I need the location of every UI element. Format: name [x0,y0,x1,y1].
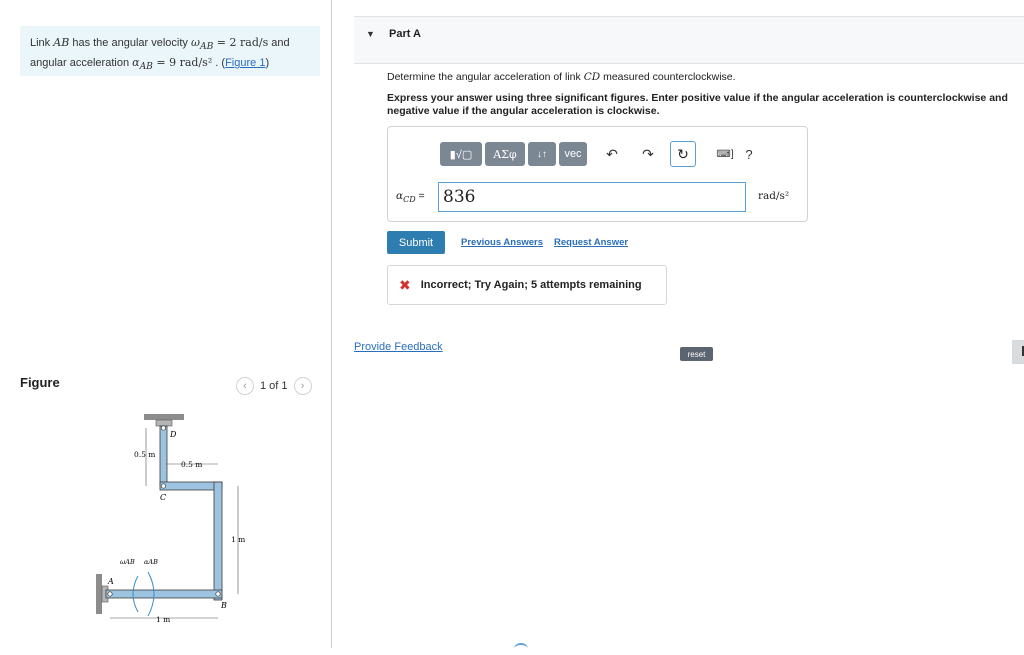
side-tab[interactable] [1012,340,1024,364]
omega-symbol: ω [190,36,200,49]
pin-c [160,483,167,489]
feedback-text: Incorrect; Try Again; 5 attempts remaini… [420,279,642,291]
vector-button[interactable]: vec [559,142,587,166]
chevron-left-icon[interactable]: ‹ [236,377,254,395]
part-a-title: Part A [389,28,421,40]
question-post: measured counterclockwise. [600,71,736,83]
alpha-subscript: AB [139,61,153,73]
submit-button[interactable]: Submit [387,231,445,254]
label-d: D [169,430,177,439]
problem-text: . ( [212,57,226,70]
caret-down-icon[interactable]: ▼ [366,29,375,39]
link-cd [159,425,168,487]
pin-a [107,591,113,597]
ceiling-bracket [155,419,173,427]
label-a: A [107,577,114,586]
figure-link[interactable]: Figure 1 [225,57,265,69]
chevron-right-icon[interactable]: › [293,377,312,395]
problem-text: ) [265,57,270,70]
problem-panel: Link AB has the angular velocity ωAB = 2… [0,0,332,648]
variable-subscript: CD [403,195,416,205]
help-icon[interactable]: ? [742,142,756,166]
dim-label-1m-bottom: 1 m [156,615,170,624]
question-pre: Determine the angular acceleration of li… [387,71,584,83]
problem-text: has the angular velocity [69,37,191,49]
error-x-icon: ✖ [399,276,411,293]
answer-input[interactable]: 836 [438,182,746,212]
provide-feedback-link[interactable]: Provide Feedback [354,341,443,353]
answer-editor: ▮√▢ ΑΣφ ↓↑ vec ↶ ↷ ↻ ⌨] ? αCD = 836 rad/… [387,126,808,222]
feedback-message: ✖ Incorrect; Try Again; 5 attempts remai… [387,265,667,305]
question-link-name: CD [583,71,601,83]
request-answer-link[interactable]: Request Answer [554,237,628,248]
dim-label-05-top: 0.5 m [181,460,202,469]
question-text: Determine the angular acceleration of li… [387,71,736,83]
part-a-header[interactable]: ▼ Part A [354,16,1024,64]
link-ab [105,589,223,599]
alpha-ab-label: αAB [144,558,158,566]
pin-b [215,591,221,597]
previous-answers-link[interactable]: Previous Answers [461,237,543,248]
instructions-text: Express your answer using three signific… [387,92,1008,117]
problem-statement: Link AB has the angular velocity ωAB = 2… [20,26,320,76]
pin-d [160,425,167,431]
math-toolbar: ▮√▢ ΑΣφ ↓↑ vec ↶ ↷ ↻ ⌨] ? [440,141,756,167]
link-name: AB [53,36,70,49]
link-cb-top [159,481,223,491]
link-cb-side [213,481,223,601]
figure-pager: ‹ 1 of 1 › [236,377,312,395]
dim-label-05-left: 0.5 m [134,450,155,459]
arrows-button[interactable]: ↓↑ [528,142,556,166]
reset-icon[interactable]: ↻ [670,141,696,167]
label-c: C [160,493,166,502]
alpha-symbol: α [132,56,140,70]
problem-text: Link [30,37,54,49]
column-divider [331,0,332,648]
dim-label-1m-right: 1 m [231,535,245,544]
ceiling-support [144,414,184,420]
label-b: B [220,601,227,610]
omega-ab-label: ωAB [120,558,135,566]
wall-support [96,574,102,614]
keyboard-icon[interactable]: ⌨] [710,142,740,166]
undo-icon[interactable]: ↶ [600,142,624,166]
pager-text: 1 of 1 [260,380,288,392]
loading-arc [514,643,528,655]
templates-button[interactable]: ▮√▢ [440,142,482,166]
variable-label: αCD = [396,190,425,204]
redo-icon[interactable]: ↷ [636,142,660,166]
omega-value: = 2 rad/s [213,36,269,49]
variable-equals: = [415,190,425,202]
answer-panel: ▼ Part A Determine the angular accelerat… [354,0,1024,648]
greek-symbols-button[interactable]: ΑΣφ [485,142,525,166]
figure-title: Figure [20,375,60,390]
unit-label: rad/s² [758,190,790,202]
reset-button[interactable]: reset [680,347,713,361]
alpha-value: = 9 rad/s² [152,56,213,70]
mechanism-figure: D C A B 0.5 m 0.5 m 1 m 1 m ωAB αAB [96,414,245,624]
omega-subscript: AB [199,41,214,53]
